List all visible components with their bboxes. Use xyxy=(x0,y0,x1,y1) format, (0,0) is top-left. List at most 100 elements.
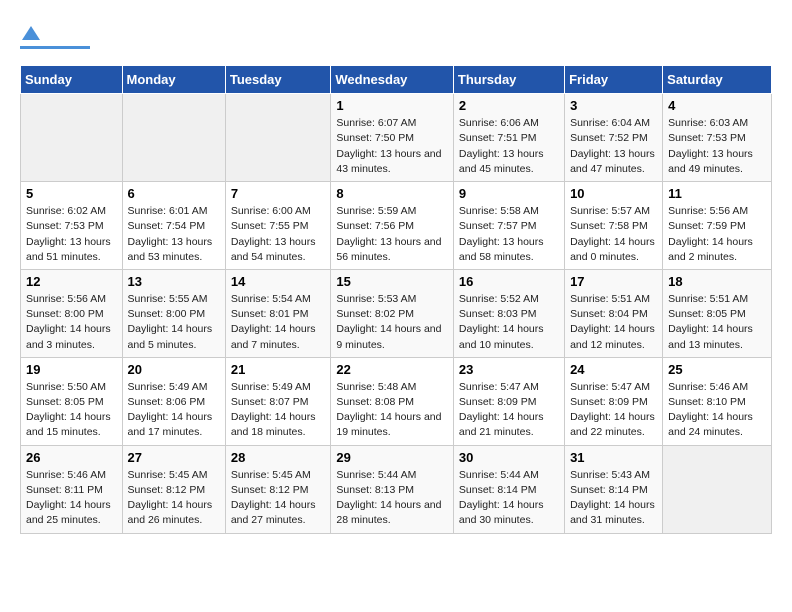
day-number: 26 xyxy=(26,450,117,465)
day-info: Sunrise: 5:52 AM Sunset: 8:03 PM Dayligh… xyxy=(459,292,559,353)
day-info: Sunrise: 5:46 AM Sunset: 8:10 PM Dayligh… xyxy=(668,380,766,441)
calendar-cell: 21 Sunrise: 5:49 AM Sunset: 8:07 PM Dayli… xyxy=(225,357,331,445)
day-info: Sunrise: 6:00 AM Sunset: 7:55 PM Dayligh… xyxy=(231,204,326,265)
day-info: Sunrise: 5:46 AM Sunset: 8:11 PM Dayligh… xyxy=(26,468,117,529)
calendar-cell: 12Sunrise: 5:56 AM Sunset: 8:00 PM Dayli… xyxy=(21,269,123,357)
day-info: Sunrise: 5:44 AM Sunset: 8:14 PM Dayligh… xyxy=(459,468,559,529)
calendar-cell: 8 Sunrise: 5:59 AM Sunset: 7:56 PM Daylig… xyxy=(331,182,454,270)
day-number: 23 xyxy=(459,362,559,377)
day-number: 12 xyxy=(26,274,117,289)
day-info: Sunrise: 6:03 AM Sunset: 7:53 PM Dayligh… xyxy=(668,116,766,177)
day-info: Sunrise: 5:43 AM Sunset: 8:14 PM Dayligh… xyxy=(570,468,657,529)
day-info: Sunrise: 5:49 AM Sunset: 8:06 PM Dayligh… xyxy=(128,380,220,441)
day-info: Sunrise: 6:04 AM Sunset: 7:52 PM Dayligh… xyxy=(570,116,657,177)
day-number: 15 xyxy=(336,274,448,289)
calendar-cell: 5 Sunrise: 6:02 AM Sunset: 7:53 PM Daylig… xyxy=(21,182,123,270)
day-number: 6 xyxy=(128,186,220,201)
calendar-cell: 7 Sunrise: 6:00 AM Sunset: 7:55 PM Daylig… xyxy=(225,182,331,270)
day-number: 17 xyxy=(570,274,657,289)
calendar-cell xyxy=(663,445,772,533)
day-info: Sunrise: 5:45 AM Sunset: 8:12 PM Dayligh… xyxy=(128,468,220,529)
calendar-cell: 9 Sunrise: 5:58 AM Sunset: 7:57 PM Daylig… xyxy=(453,182,564,270)
day-info: Sunrise: 5:44 AM Sunset: 8:13 PM Dayligh… xyxy=(336,468,448,529)
day-of-week-header: Monday xyxy=(122,66,225,94)
calendar-cell: 24 Sunrise: 5:47 AM Sunset: 8:09 PM Dayli… xyxy=(565,357,663,445)
day-of-week-header: Friday xyxy=(565,66,663,94)
day-info: Sunrise: 5:45 AM Sunset: 8:12 PM Dayligh… xyxy=(231,468,326,529)
day-info: Sunrise: 6:06 AM Sunset: 7:51 PM Dayligh… xyxy=(459,116,559,177)
calendar-cell: 6 Sunrise: 6:01 AM Sunset: 7:54 PM Daylig… xyxy=(122,182,225,270)
day-number: 7 xyxy=(231,186,326,201)
day-info: Sunrise: 5:53 AM Sunset: 8:02 PM Dayligh… xyxy=(336,292,448,353)
day-number: 8 xyxy=(336,186,448,201)
day-of-week-header: Tuesday xyxy=(225,66,331,94)
calendar-cell: 25Sunrise: 5:46 AM Sunset: 8:10 PM Dayli… xyxy=(663,357,772,445)
day-number: 28 xyxy=(231,450,326,465)
calendar-cell: 3Sunrise: 6:04 AM Sunset: 7:52 PM Daylig… xyxy=(565,94,663,182)
calendar-cell: 26 Sunrise: 5:46 AM Sunset: 8:11 PM Dayli… xyxy=(21,445,123,533)
calendar-header-row: SundayMondayTuesdayWednesdayThursdayFrid… xyxy=(21,66,772,94)
calendar-cell: 18 Sunrise: 5:51 AM Sunset: 8:05 PM Dayli… xyxy=(663,269,772,357)
calendar-week-row: 5 Sunrise: 6:02 AM Sunset: 7:53 PM Daylig… xyxy=(21,182,772,270)
logo-icon xyxy=(22,26,40,40)
calendar-table: SundayMondayTuesdayWednesdayThursdayFrid… xyxy=(20,65,772,533)
calendar-cell: 22 Sunrise: 5:48 AM Sunset: 8:08 PM Dayli… xyxy=(331,357,454,445)
calendar-cell xyxy=(225,94,331,182)
calendar-week-row: 26 Sunrise: 5:46 AM Sunset: 8:11 PM Dayli… xyxy=(21,445,772,533)
calendar-cell: 28 Sunrise: 5:45 AM Sunset: 8:12 PM Dayli… xyxy=(225,445,331,533)
day-number: 30 xyxy=(459,450,559,465)
day-number: 2 xyxy=(459,98,559,113)
day-info: Sunrise: 5:51 AM Sunset: 8:04 PM Dayligh… xyxy=(570,292,657,353)
day-number: 19 xyxy=(26,362,117,377)
calendar-cell: 23 Sunrise: 5:47 AM Sunset: 8:09 PM Dayli… xyxy=(453,357,564,445)
day-number: 16 xyxy=(459,274,559,289)
day-info: Sunrise: 5:49 AM Sunset: 8:07 PM Dayligh… xyxy=(231,380,326,441)
logo-text xyxy=(20,20,40,44)
calendar-cell: 13Sunrise: 5:55 AM Sunset: 8:00 PM Dayli… xyxy=(122,269,225,357)
day-info: Sunrise: 5:51 AM Sunset: 8:05 PM Dayligh… xyxy=(668,292,766,353)
calendar-week-row: 19Sunrise: 5:50 AM Sunset: 8:05 PM Dayli… xyxy=(21,357,772,445)
day-info: Sunrise: 6:02 AM Sunset: 7:53 PM Dayligh… xyxy=(26,204,117,265)
page-header xyxy=(20,20,772,49)
calendar-cell: 31 Sunrise: 5:43 AM Sunset: 8:14 PM Dayli… xyxy=(565,445,663,533)
calendar-cell: 19Sunrise: 5:50 AM Sunset: 8:05 PM Dayli… xyxy=(21,357,123,445)
calendar-cell xyxy=(122,94,225,182)
day-number: 9 xyxy=(459,186,559,201)
calendar-cell: 10Sunrise: 5:57 AM Sunset: 7:58 PM Dayli… xyxy=(565,182,663,270)
day-number: 10 xyxy=(570,186,657,201)
calendar-cell: 14 Sunrise: 5:54 AM Sunset: 8:01 PM Dayli… xyxy=(225,269,331,357)
calendar-cell: 17 Sunrise: 5:51 AM Sunset: 8:04 PM Dayli… xyxy=(565,269,663,357)
day-info: Sunrise: 5:48 AM Sunset: 8:08 PM Dayligh… xyxy=(336,380,448,441)
day-info: Sunrise: 5:54 AM Sunset: 8:01 PM Dayligh… xyxy=(231,292,326,353)
day-info: Sunrise: 6:01 AM Sunset: 7:54 PM Dayligh… xyxy=(128,204,220,265)
day-of-week-header: Thursday xyxy=(453,66,564,94)
day-info: Sunrise: 5:47 AM Sunset: 8:09 PM Dayligh… xyxy=(570,380,657,441)
day-of-week-header: Wednesday xyxy=(331,66,454,94)
day-number: 27 xyxy=(128,450,220,465)
day-number: 14 xyxy=(231,274,326,289)
day-info: Sunrise: 5:56 AM Sunset: 7:59 PM Dayligh… xyxy=(668,204,766,265)
day-info: Sunrise: 5:58 AM Sunset: 7:57 PM Dayligh… xyxy=(459,204,559,265)
calendar-week-row: 1Sunrise: 6:07 AM Sunset: 7:50 PM Daylig… xyxy=(21,94,772,182)
calendar-cell: 15 Sunrise: 5:53 AM Sunset: 8:02 PM Dayli… xyxy=(331,269,454,357)
calendar-cell: 20Sunrise: 5:49 AM Sunset: 8:06 PM Dayli… xyxy=(122,357,225,445)
calendar-cell: 2 Sunrise: 6:06 AM Sunset: 7:51 PM Daylig… xyxy=(453,94,564,182)
day-number: 31 xyxy=(570,450,657,465)
logo xyxy=(20,20,90,49)
day-info: Sunrise: 5:47 AM Sunset: 8:09 PM Dayligh… xyxy=(459,380,559,441)
day-number: 21 xyxy=(231,362,326,377)
day-number: 1 xyxy=(336,98,448,113)
day-number: 5 xyxy=(26,186,117,201)
calendar-cell: 4Sunrise: 6:03 AM Sunset: 7:53 PM Daylig… xyxy=(663,94,772,182)
day-number: 24 xyxy=(570,362,657,377)
calendar-cell: 29 Sunrise: 5:44 AM Sunset: 8:13 PM Dayli… xyxy=(331,445,454,533)
day-number: 11 xyxy=(668,186,766,201)
calendar-cell: 11 Sunrise: 5:56 AM Sunset: 7:59 PM Dayli… xyxy=(663,182,772,270)
calendar-week-row: 12Sunrise: 5:56 AM Sunset: 8:00 PM Dayli… xyxy=(21,269,772,357)
day-number: 22 xyxy=(336,362,448,377)
day-info: Sunrise: 5:59 AM Sunset: 7:56 PM Dayligh… xyxy=(336,204,448,265)
calendar-cell: 30 Sunrise: 5:44 AM Sunset: 8:14 PM Dayli… xyxy=(453,445,564,533)
day-number: 29 xyxy=(336,450,448,465)
calendar-cell xyxy=(21,94,123,182)
day-number: 18 xyxy=(668,274,766,289)
